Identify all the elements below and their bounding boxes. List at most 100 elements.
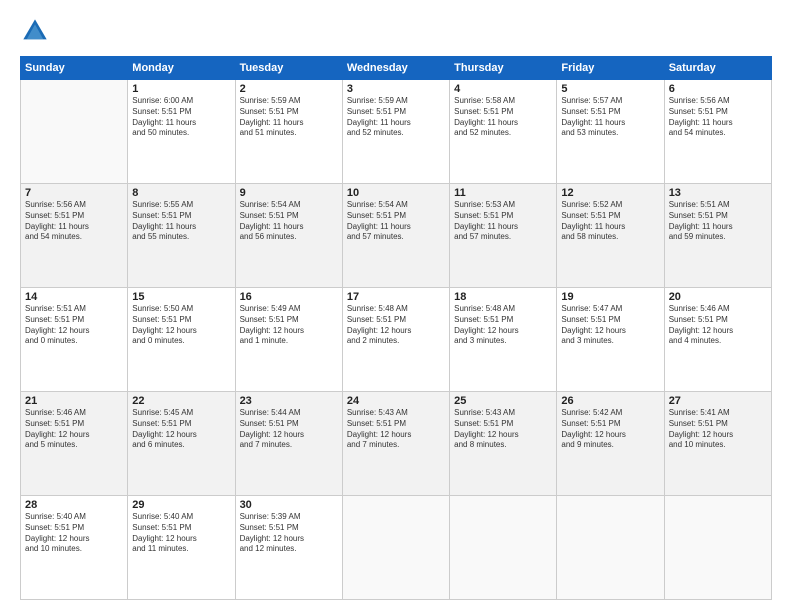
day-number: 13: [669, 187, 767, 199]
day-info: Sunrise: 5:45 AM Sunset: 5:51 PM Dayligh…: [132, 408, 230, 451]
day-number: 3: [347, 83, 445, 95]
page: SundayMondayTuesdayWednesdayThursdayFrid…: [0, 0, 792, 612]
day-info: Sunrise: 5:52 AM Sunset: 5:51 PM Dayligh…: [561, 200, 659, 243]
day-number: 1: [132, 83, 230, 95]
calendar-day-cell: 24Sunrise: 5:43 AM Sunset: 5:51 PM Dayli…: [342, 392, 449, 496]
day-info: Sunrise: 5:47 AM Sunset: 5:51 PM Dayligh…: [561, 304, 659, 347]
day-number: 15: [132, 291, 230, 303]
day-number: 21: [25, 395, 123, 407]
calendar-day-cell: 18Sunrise: 5:48 AM Sunset: 5:51 PM Dayli…: [450, 288, 557, 392]
day-info: Sunrise: 5:51 AM Sunset: 5:51 PM Dayligh…: [669, 200, 767, 243]
day-number: 22: [132, 395, 230, 407]
calendar-day-cell: [450, 496, 557, 600]
weekday-header: Thursday: [450, 57, 557, 80]
day-info: Sunrise: 5:50 AM Sunset: 5:51 PM Dayligh…: [132, 304, 230, 347]
calendar-day-cell: 26Sunrise: 5:42 AM Sunset: 5:51 PM Dayli…: [557, 392, 664, 496]
day-info: Sunrise: 5:43 AM Sunset: 5:51 PM Dayligh…: [347, 408, 445, 451]
calendar-day-cell: 12Sunrise: 5:52 AM Sunset: 5:51 PM Dayli…: [557, 184, 664, 288]
day-info: Sunrise: 5:51 AM Sunset: 5:51 PM Dayligh…: [25, 304, 123, 347]
day-info: Sunrise: 5:40 AM Sunset: 5:51 PM Dayligh…: [132, 512, 230, 555]
weekday-header: Friday: [557, 57, 664, 80]
calendar-day-cell: 28Sunrise: 5:40 AM Sunset: 5:51 PM Dayli…: [21, 496, 128, 600]
day-number: 2: [240, 83, 338, 95]
day-info: Sunrise: 5:59 AM Sunset: 5:51 PM Dayligh…: [347, 96, 445, 139]
calendar-week-row: 28Sunrise: 5:40 AM Sunset: 5:51 PM Dayli…: [21, 496, 772, 600]
calendar-week-row: 21Sunrise: 5:46 AM Sunset: 5:51 PM Dayli…: [21, 392, 772, 496]
day-info: Sunrise: 6:00 AM Sunset: 5:51 PM Dayligh…: [132, 96, 230, 139]
calendar-day-cell: 10Sunrise: 5:54 AM Sunset: 5:51 PM Dayli…: [342, 184, 449, 288]
day-info: Sunrise: 5:43 AM Sunset: 5:51 PM Dayligh…: [454, 408, 552, 451]
day-number: 26: [561, 395, 659, 407]
day-info: Sunrise: 5:42 AM Sunset: 5:51 PM Dayligh…: [561, 408, 659, 451]
day-number: 19: [561, 291, 659, 303]
day-info: Sunrise: 5:46 AM Sunset: 5:51 PM Dayligh…: [25, 408, 123, 451]
weekday-header: Sunday: [21, 57, 128, 80]
day-number: 30: [240, 499, 338, 511]
calendar-day-cell: 17Sunrise: 5:48 AM Sunset: 5:51 PM Dayli…: [342, 288, 449, 392]
calendar-day-cell: 11Sunrise: 5:53 AM Sunset: 5:51 PM Dayli…: [450, 184, 557, 288]
day-number: 25: [454, 395, 552, 407]
calendar-day-cell: 6Sunrise: 5:56 AM Sunset: 5:51 PM Daylig…: [664, 80, 771, 184]
day-number: 4: [454, 83, 552, 95]
day-number: 12: [561, 187, 659, 199]
day-info: Sunrise: 5:57 AM Sunset: 5:51 PM Dayligh…: [561, 96, 659, 139]
calendar-day-cell: 20Sunrise: 5:46 AM Sunset: 5:51 PM Dayli…: [664, 288, 771, 392]
logo-icon: [20, 16, 50, 46]
day-info: Sunrise: 5:40 AM Sunset: 5:51 PM Dayligh…: [25, 512, 123, 555]
day-info: Sunrise: 5:53 AM Sunset: 5:51 PM Dayligh…: [454, 200, 552, 243]
day-number: 23: [240, 395, 338, 407]
calendar-day-cell: 27Sunrise: 5:41 AM Sunset: 5:51 PM Dayli…: [664, 392, 771, 496]
day-info: Sunrise: 5:48 AM Sunset: 5:51 PM Dayligh…: [347, 304, 445, 347]
day-number: 6: [669, 83, 767, 95]
calendar-table: SundayMondayTuesdayWednesdayThursdayFrid…: [20, 56, 772, 600]
day-info: Sunrise: 5:48 AM Sunset: 5:51 PM Dayligh…: [454, 304, 552, 347]
calendar-day-cell: 1Sunrise: 6:00 AM Sunset: 5:51 PM Daylig…: [128, 80, 235, 184]
calendar-day-cell: 8Sunrise: 5:55 AM Sunset: 5:51 PM Daylig…: [128, 184, 235, 288]
calendar-day-cell: 19Sunrise: 5:47 AM Sunset: 5:51 PM Dayli…: [557, 288, 664, 392]
weekday-header: Tuesday: [235, 57, 342, 80]
day-number: 11: [454, 187, 552, 199]
calendar-day-cell: 9Sunrise: 5:54 AM Sunset: 5:51 PM Daylig…: [235, 184, 342, 288]
day-number: 17: [347, 291, 445, 303]
day-info: Sunrise: 5:58 AM Sunset: 5:51 PM Dayligh…: [454, 96, 552, 139]
calendar-day-cell: 2Sunrise: 5:59 AM Sunset: 5:51 PM Daylig…: [235, 80, 342, 184]
day-number: 29: [132, 499, 230, 511]
day-number: 16: [240, 291, 338, 303]
day-number: 10: [347, 187, 445, 199]
calendar-day-cell: 5Sunrise: 5:57 AM Sunset: 5:51 PM Daylig…: [557, 80, 664, 184]
day-info: Sunrise: 5:54 AM Sunset: 5:51 PM Dayligh…: [240, 200, 338, 243]
calendar-day-cell: 14Sunrise: 5:51 AM Sunset: 5:51 PM Dayli…: [21, 288, 128, 392]
weekday-header: Monday: [128, 57, 235, 80]
calendar-day-cell: [557, 496, 664, 600]
day-info: Sunrise: 5:56 AM Sunset: 5:51 PM Dayligh…: [25, 200, 123, 243]
logo: [20, 16, 54, 46]
calendar-day-cell: 21Sunrise: 5:46 AM Sunset: 5:51 PM Dayli…: [21, 392, 128, 496]
calendar-day-cell: 15Sunrise: 5:50 AM Sunset: 5:51 PM Dayli…: [128, 288, 235, 392]
day-info: Sunrise: 5:59 AM Sunset: 5:51 PM Dayligh…: [240, 96, 338, 139]
calendar-week-row: 7Sunrise: 5:56 AM Sunset: 5:51 PM Daylig…: [21, 184, 772, 288]
day-info: Sunrise: 5:56 AM Sunset: 5:51 PM Dayligh…: [669, 96, 767, 139]
weekday-header: Saturday: [664, 57, 771, 80]
day-number: 28: [25, 499, 123, 511]
calendar-day-cell: 22Sunrise: 5:45 AM Sunset: 5:51 PM Dayli…: [128, 392, 235, 496]
day-info: Sunrise: 5:39 AM Sunset: 5:51 PM Dayligh…: [240, 512, 338, 555]
day-info: Sunrise: 5:46 AM Sunset: 5:51 PM Dayligh…: [669, 304, 767, 347]
day-info: Sunrise: 5:41 AM Sunset: 5:51 PM Dayligh…: [669, 408, 767, 451]
calendar-day-cell: 16Sunrise: 5:49 AM Sunset: 5:51 PM Dayli…: [235, 288, 342, 392]
calendar-day-cell: 3Sunrise: 5:59 AM Sunset: 5:51 PM Daylig…: [342, 80, 449, 184]
header: [20, 16, 772, 46]
day-number: 24: [347, 395, 445, 407]
calendar-day-cell: 30Sunrise: 5:39 AM Sunset: 5:51 PM Dayli…: [235, 496, 342, 600]
calendar-day-cell: 23Sunrise: 5:44 AM Sunset: 5:51 PM Dayli…: [235, 392, 342, 496]
calendar-header-row: SundayMondayTuesdayWednesdayThursdayFrid…: [21, 57, 772, 80]
calendar-week-row: 1Sunrise: 6:00 AM Sunset: 5:51 PM Daylig…: [21, 80, 772, 184]
calendar-day-cell: 25Sunrise: 5:43 AM Sunset: 5:51 PM Dayli…: [450, 392, 557, 496]
day-info: Sunrise: 5:49 AM Sunset: 5:51 PM Dayligh…: [240, 304, 338, 347]
day-number: 5: [561, 83, 659, 95]
day-info: Sunrise: 5:54 AM Sunset: 5:51 PM Dayligh…: [347, 200, 445, 243]
day-number: 14: [25, 291, 123, 303]
day-info: Sunrise: 5:55 AM Sunset: 5:51 PM Dayligh…: [132, 200, 230, 243]
day-number: 9: [240, 187, 338, 199]
day-number: 7: [25, 187, 123, 199]
calendar-day-cell: 4Sunrise: 5:58 AM Sunset: 5:51 PM Daylig…: [450, 80, 557, 184]
